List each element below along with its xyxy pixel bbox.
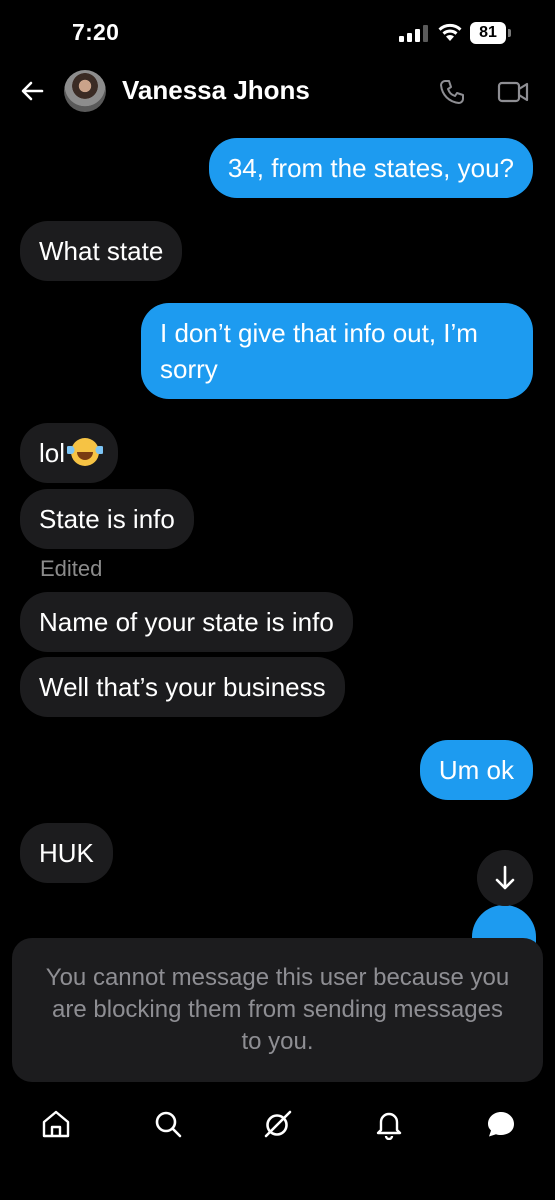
message-bubble-incoming[interactable]: HUK xyxy=(20,823,113,883)
conversation-header: Vanessa Jhons xyxy=(0,66,555,118)
message-bubble-outgoing[interactable]: I don’t give that info out, I’m sorry xyxy=(141,303,533,399)
edited-label[interactable]: Edited xyxy=(40,556,102,582)
message-bubble-outgoing[interactable]: 34, from the states, you? xyxy=(208,138,533,198)
status-time: 7:20 xyxy=(72,19,120,45)
contact-name[interactable]: Vanessa Jhons xyxy=(122,75,310,106)
search-icon[interactable] xyxy=(152,1108,184,1140)
message-bubble-outgoing[interactable]: Um ok xyxy=(419,740,533,800)
home-icon[interactable] xyxy=(40,1108,72,1140)
messages-icon[interactable] xyxy=(485,1108,517,1140)
cellular-signal-icon xyxy=(399,25,428,42)
scroll-to-bottom-button[interactable] xyxy=(477,850,533,906)
notifications-icon[interactable] xyxy=(373,1108,405,1140)
laughing-tears-emoji-icon xyxy=(67,438,104,466)
message-bubble-incoming[interactable]: State is info xyxy=(20,489,194,549)
battery-icon: 81 xyxy=(470,22,512,44)
blocked-notice: You cannot message this user because you… xyxy=(12,938,543,1082)
wifi-icon xyxy=(438,23,462,41)
home-indicator xyxy=(183,1180,373,1186)
grok-icon[interactable] xyxy=(262,1108,294,1140)
video-call-icon[interactable] xyxy=(497,79,529,105)
battery-level: 81 xyxy=(470,22,506,44)
avatar[interactable] xyxy=(64,70,106,112)
bottom-nav xyxy=(0,1100,555,1160)
status-bar: 7:20 81 xyxy=(0,0,555,66)
message-bubble-incoming[interactable]: What state xyxy=(20,221,183,281)
message-text: lol xyxy=(39,438,66,468)
message-bubble-incoming[interactable]: Well that’s your business xyxy=(20,657,345,717)
phone-icon[interactable] xyxy=(438,78,466,106)
message-bubble-incoming[interactable]: Name of your state is info xyxy=(20,592,353,652)
message-bubble-incoming[interactable]: lol xyxy=(20,423,119,483)
back-arrow-icon[interactable] xyxy=(18,76,48,106)
